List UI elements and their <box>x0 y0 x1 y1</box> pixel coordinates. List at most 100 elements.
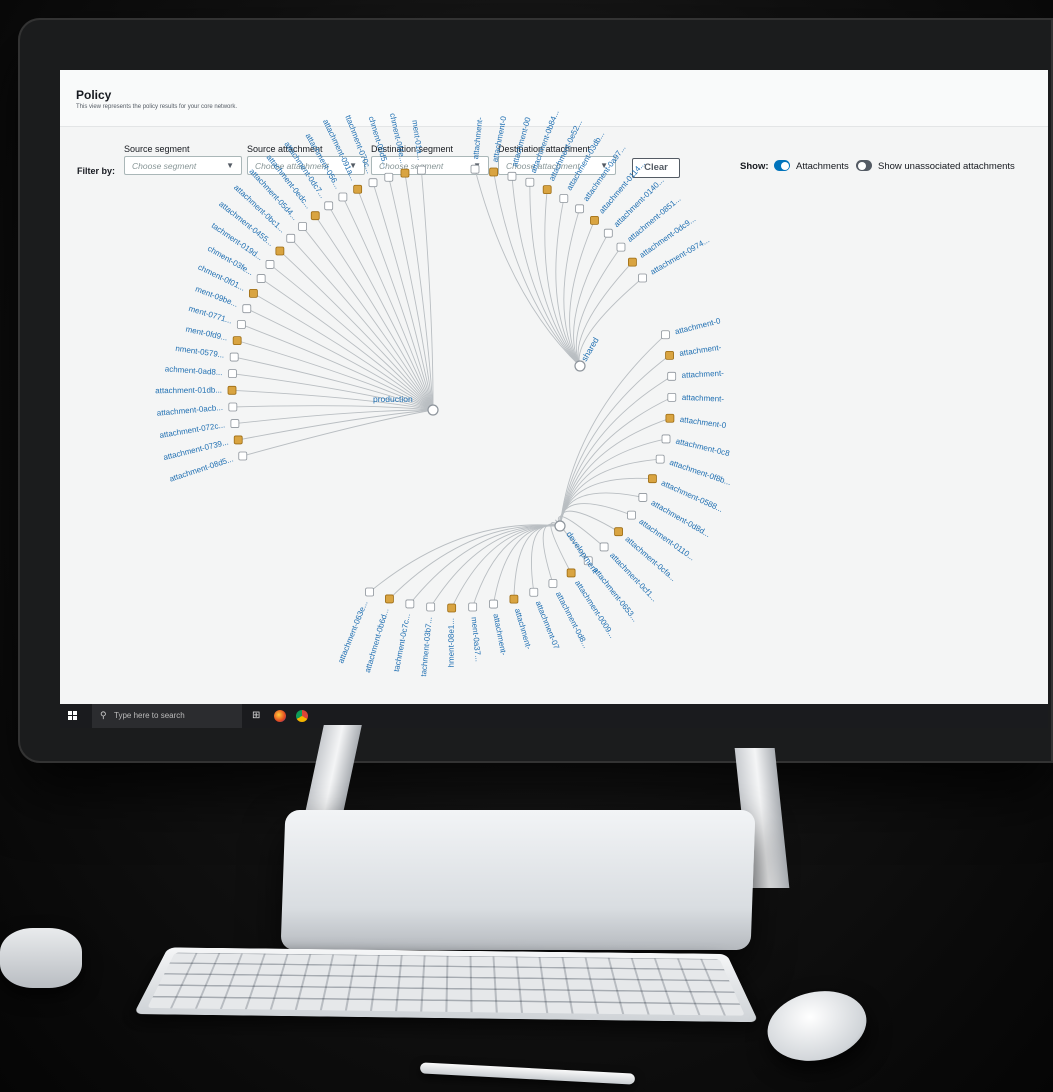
attachment-icon[interactable] <box>298 222 307 231</box>
attachment-icon[interactable] <box>661 330 670 340</box>
attachment-icon[interactable] <box>627 510 636 520</box>
attachment-icon[interactable] <box>426 602 436 612</box>
attachment-label[interactable]: attachment-0bc1... <box>232 183 287 235</box>
attachment-icon[interactable] <box>286 233 296 243</box>
attachment-label[interactable]: attachment-0acb... <box>156 403 223 418</box>
vpc-attachment-icon[interactable] <box>233 435 243 445</box>
attachment-label[interactable]: attachment- <box>679 343 722 358</box>
attachment-icon[interactable] <box>324 201 334 211</box>
vpc-attachment-icon[interactable] <box>628 257 637 267</box>
vpc-attachment-icon[interactable] <box>275 246 285 256</box>
attachment-label[interactable]: attachment-0455... <box>217 199 275 248</box>
vpc-attachment-icon[interactable] <box>665 413 675 423</box>
vpc-attachment-icon[interactable] <box>542 185 552 195</box>
attachment-icon[interactable] <box>655 454 665 464</box>
attachment-label[interactable]: ment-01a... <box>410 119 425 160</box>
vpc-attachment-icon[interactable] <box>566 568 576 578</box>
windows-start-icon[interactable] <box>68 711 78 721</box>
firefox-icon[interactable] <box>274 710 286 722</box>
segment-hub-icon[interactable] <box>554 520 566 532</box>
attachment-label[interactable]: attachment-0 <box>491 115 509 163</box>
attachment-icon[interactable] <box>256 274 266 283</box>
attachment-icon[interactable] <box>365 587 374 597</box>
attachment-icon[interactable] <box>529 587 539 597</box>
attachment-icon[interactable] <box>468 602 478 612</box>
attachment-label[interactable]: attachment-01db... <box>155 386 222 396</box>
attachment-icon[interactable] <box>599 542 609 552</box>
segment-hub-icon[interactable] <box>427 404 439 416</box>
vpc-attachment-icon[interactable] <box>614 527 623 537</box>
attachment-icon[interactable] <box>525 177 535 187</box>
attachment-icon[interactable] <box>230 419 240 428</box>
attachment-icon[interactable] <box>667 371 677 381</box>
task-view-icon[interactable]: ⊞ <box>252 710 264 722</box>
attachment-icon[interactable] <box>242 304 252 314</box>
vpc-attachment-icon[interactable] <box>665 350 674 360</box>
attachment-icon[interactable] <box>416 165 426 175</box>
attachment-label[interactable]: attachment- <box>513 607 534 650</box>
vpc-attachment-icon[interactable] <box>648 474 657 484</box>
vpc-attachment-icon[interactable] <box>489 167 499 177</box>
attachment-label[interactable]: attachment-0f8b... <box>668 458 732 487</box>
attachment-icon[interactable] <box>667 392 677 402</box>
attachment-label[interactable]: attachment-0 <box>674 316 722 336</box>
attachment-icon[interactable] <box>603 228 613 238</box>
attachment-label[interactable]: achment-0ad8... <box>165 364 223 377</box>
attachment-icon[interactable] <box>470 164 480 174</box>
attachment-label[interactable]: ment-09be... <box>194 284 239 309</box>
attachment-label[interactable]: attachment- <box>682 393 725 404</box>
attachment-label[interactable]: attachment- <box>491 613 508 657</box>
chrome-icon[interactable] <box>296 710 308 722</box>
attachment-label[interactable]: attachment-0c8 <box>675 437 731 459</box>
attachment-icon[interactable] <box>559 194 569 203</box>
attachment-label[interactable]: attachment-0b6d... <box>363 607 391 674</box>
attachment-label[interactable]: chment-0f4e... <box>388 112 408 164</box>
attachment-icon[interactable] <box>384 172 394 182</box>
attachment-label[interactable]: ment-0771... <box>188 304 234 326</box>
attachment-icon[interactable] <box>507 171 517 181</box>
attachment-icon[interactable] <box>238 451 248 461</box>
attachment-icon[interactable] <box>229 352 239 362</box>
vpc-attachment-icon[interactable] <box>447 603 457 613</box>
attachment-icon[interactable] <box>405 599 415 609</box>
attachment-label[interactable]: attachment-072c... <box>159 420 226 440</box>
segment-hub-icon[interactable] <box>574 360 586 372</box>
vpc-attachment-icon[interactable] <box>385 594 394 604</box>
attachment-label[interactable]: attachment-063e... <box>336 599 369 664</box>
attachment-label[interactable]: attachment-0 <box>679 415 727 430</box>
taskbar-search[interactable]: ⚲ Type here to search <box>92 704 242 728</box>
attachment-label[interactable]: attachment-00 <box>510 116 533 168</box>
attachment-label[interactable]: attachment-07 <box>534 600 562 651</box>
attachment-icon[interactable] <box>338 192 348 202</box>
attachment-label[interactable]: tachment-0c7c... <box>392 613 412 673</box>
vpc-attachment-icon[interactable] <box>227 385 237 395</box>
vpc-attachment-icon[interactable] <box>310 211 320 221</box>
attachment-icon[interactable] <box>265 260 275 269</box>
attachment-icon[interactable] <box>548 579 558 588</box>
attachment-icon[interactable] <box>489 599 498 609</box>
attachment-icon[interactable] <box>575 204 585 214</box>
attachment-label[interactable]: attachment- <box>681 369 724 380</box>
attachment-icon[interactable] <box>236 320 246 329</box>
vpc-attachment-icon[interactable] <box>353 184 363 194</box>
vpc-attachment-icon[interactable] <box>232 336 242 346</box>
attachment-icon[interactable] <box>638 273 647 283</box>
attachment-icon[interactable] <box>228 369 237 379</box>
attachment-label[interactable]: hment-08e1... <box>447 618 456 667</box>
segment-label[interactable]: shared <box>579 335 601 363</box>
segment-label[interactable]: production <box>373 394 413 404</box>
attachment-label[interactable]: attachment- <box>471 116 484 159</box>
attachment-label[interactable]: attachment-05d4... <box>247 167 299 222</box>
attachment-icon[interactable] <box>228 402 238 412</box>
attachment-label[interactable]: tachment-03b7... <box>419 616 434 677</box>
vpc-attachment-icon[interactable] <box>590 215 599 225</box>
attachment-icon[interactable] <box>368 178 378 188</box>
vpc-attachment-icon[interactable] <box>509 594 519 604</box>
attachment-label[interactable]: nment-0579... <box>175 344 225 360</box>
attachment-icon[interactable] <box>638 493 648 502</box>
attachment-label[interactable]: ment-0a37... <box>470 617 483 663</box>
attachment-icon[interactable] <box>661 434 671 444</box>
attachment-icon[interactable] <box>616 242 626 252</box>
vpc-attachment-icon[interactable] <box>400 168 410 178</box>
vpc-attachment-icon[interactable] <box>248 288 258 298</box>
